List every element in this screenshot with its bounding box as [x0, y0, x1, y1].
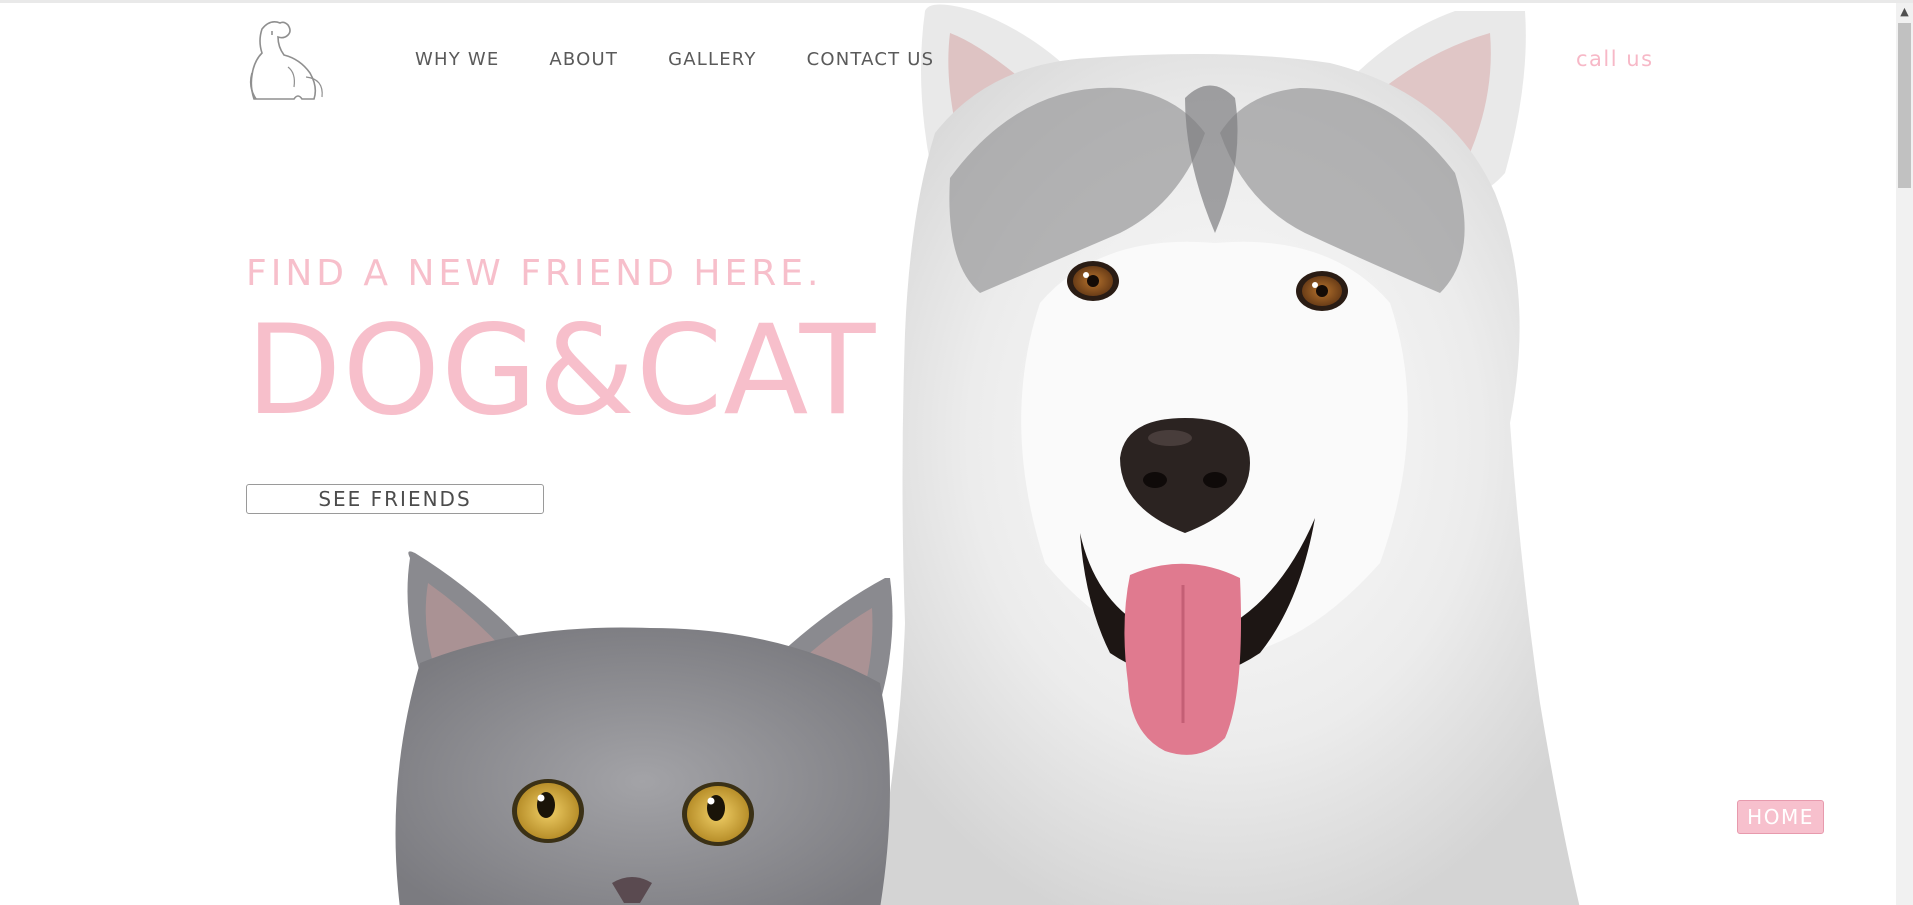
dog-cat-logo-icon[interactable]	[244, 17, 334, 103]
see-friends-button[interactable]: SEE FRIENDS	[246, 484, 544, 514]
nav-item-why-we[interactable]: WHY WE	[415, 48, 499, 72]
chevron-up-icon[interactable]: ▲	[1896, 3, 1913, 20]
dog-and-cat-photo	[395, 4, 1580, 905]
page-scrollbar[interactable]: ▲	[1896, 3, 1913, 905]
home-button[interactable]: HOME	[1737, 800, 1824, 834]
hero-tagline: FIND A NEW FRIEND HERE.	[246, 253, 823, 294]
main-nav: WHY WE ABOUT GALLERY CONTACT US	[415, 48, 984, 72]
nav-item-gallery[interactable]: GALLERY	[668, 48, 756, 72]
hero-brand-title: DOG&CAT	[246, 299, 877, 443]
nav-item-contact-us[interactable]: CONTACT US	[807, 48, 935, 72]
nav-item-about[interactable]: ABOUT	[549, 48, 618, 72]
grey-cat	[395, 551, 893, 905]
page: WHY WE ABOUT GALLERY CONTACT US call us …	[0, 0, 1913, 905]
husky-dog	[870, 4, 1580, 905]
call-us-link[interactable]: call us	[1576, 47, 1654, 71]
scrollbar-thumb[interactable]	[1898, 23, 1911, 188]
